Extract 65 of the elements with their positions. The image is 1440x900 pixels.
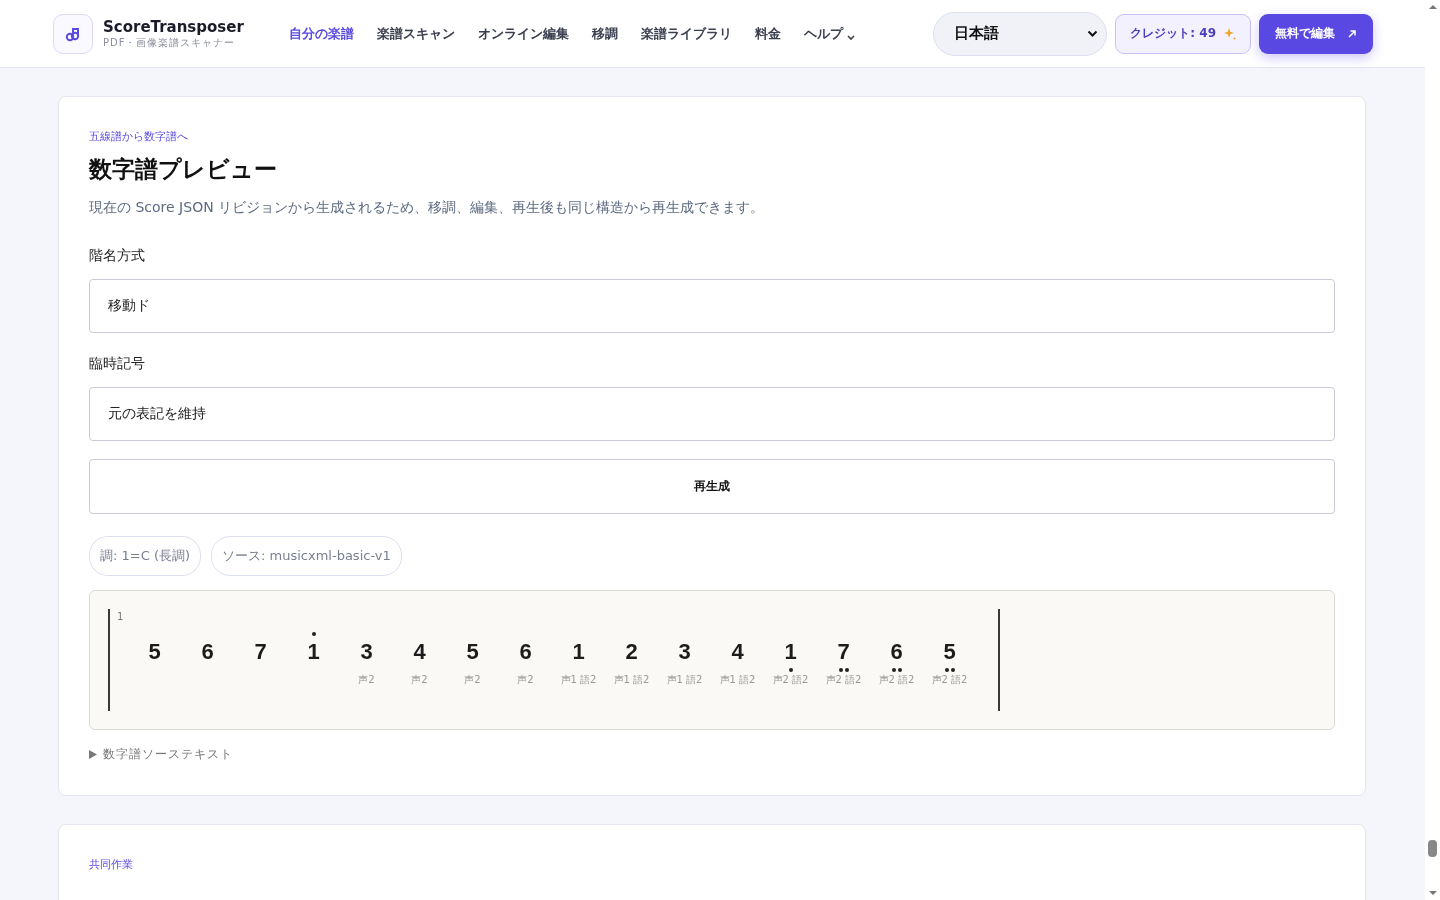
note-digit: 6 bbox=[519, 639, 532, 665]
note-lyric: 声1 語2 bbox=[560, 673, 597, 686]
note-digit: 3 bbox=[360, 639, 373, 665]
brand-tagline: PDF・画像楽譜スキャナー bbox=[103, 35, 237, 50]
select-field[interactable]: 元の表記を維持 bbox=[89, 387, 1335, 441]
sparkle-icon bbox=[1224, 27, 1236, 40]
note-lyric: 声1 語2 bbox=[719, 673, 756, 686]
source-text-toggle[interactable]: 数字譜ソーステキスト bbox=[89, 746, 233, 763]
nav-link[interactable]: 自分の楽譜 bbox=[289, 24, 354, 43]
note-lyric: 声2 bbox=[411, 673, 428, 686]
info-chip: 調: 1=C (長調) bbox=[89, 536, 202, 576]
scrollbar[interactable] bbox=[1425, 0, 1440, 900]
arrow-icon bbox=[1347, 28, 1357, 39]
note-digit: 3 bbox=[678, 639, 691, 665]
nav-link[interactable]: 楽譜ライブラリ bbox=[641, 24, 732, 43]
note-digit: 1 bbox=[572, 639, 585, 665]
octave-dot bbox=[788, 668, 793, 672]
note-lyric: 声2 bbox=[464, 673, 481, 686]
note-lyric: 声2 bbox=[517, 673, 534, 686]
note-lyric: 声1 語2 bbox=[666, 673, 703, 686]
note-digit: 4 bbox=[731, 639, 744, 665]
scroll-up-icon[interactable] bbox=[1428, 4, 1437, 10]
regenerate-button[interactable]: 再生成 bbox=[89, 459, 1335, 514]
field-label: 臨時記号 bbox=[89, 355, 145, 373]
note-lyric: 声2 bbox=[358, 673, 375, 686]
scrollbar-thumb[interactable] bbox=[1428, 840, 1437, 857]
note-lyric: 声1 語2 bbox=[613, 673, 650, 686]
nav-link[interactable]: オンライン編集 bbox=[478, 24, 569, 43]
note-digit: 1 bbox=[784, 639, 797, 665]
note-lyric: 声2 語2 bbox=[825, 673, 862, 686]
section-title: 数字譜プレビュー bbox=[89, 155, 277, 184]
note-digit: 7 bbox=[837, 639, 850, 665]
note-lyric: 声2 語2 bbox=[772, 673, 809, 686]
note-digit: 4 bbox=[413, 639, 426, 665]
note-digit: 5 bbox=[943, 639, 956, 665]
chevron-icon bbox=[847, 34, 855, 41]
note-digit: 5 bbox=[466, 639, 479, 665]
section-description: 現在の Score JSON リビジョンから生成されるため、移調、編集、再生後も同じ構造から再生成できます。 bbox=[89, 199, 765, 217]
scroll-down-icon[interactable] bbox=[1428, 890, 1437, 896]
note-digit: 1 bbox=[307, 639, 320, 665]
triangle-icon bbox=[89, 750, 97, 759]
info-chip: ソース: musicxml-basic-v1 bbox=[211, 536, 402, 576]
nav-link[interactable]: 料金 bbox=[755, 24, 781, 43]
edit-free-button[interactable]: 無料で編集 bbox=[1259, 13, 1373, 54]
measure-number: 1 bbox=[117, 611, 124, 622]
note-digit: 6 bbox=[201, 639, 214, 665]
field-label: 階名方式 bbox=[89, 247, 145, 265]
language-select[interactable]: 日本語 bbox=[933, 11, 1108, 56]
section-eyebrow: 五線譜から数字譜へ bbox=[89, 129, 188, 144]
section-eyebrow: 共同作業 bbox=[89, 857, 133, 872]
note-digit: 6 bbox=[890, 639, 903, 665]
note-digit: 7 bbox=[254, 639, 267, 665]
chevron-icon bbox=[1087, 29, 1099, 38]
note-digit: 5 bbox=[148, 639, 161, 665]
octave-dot bbox=[311, 632, 316, 636]
nav-link[interactable]: 移調 bbox=[592, 24, 618, 43]
logo-icon[interactable] bbox=[53, 13, 93, 54]
select-field[interactable]: 移動ド bbox=[89, 279, 1335, 333]
note-digit: 2 bbox=[625, 639, 638, 665]
nav-link[interactable]: ヘルプ bbox=[804, 24, 855, 43]
brand-name: ScoreTransposer bbox=[103, 17, 244, 36]
note-lyric: 声2 語2 bbox=[931, 673, 968, 686]
note-lyric: 声2 語2 bbox=[878, 673, 915, 686]
credits-button[interactable]: クレジット: 49 bbox=[1115, 13, 1251, 54]
nav-link[interactable]: 楽譜スキャン bbox=[377, 24, 455, 43]
